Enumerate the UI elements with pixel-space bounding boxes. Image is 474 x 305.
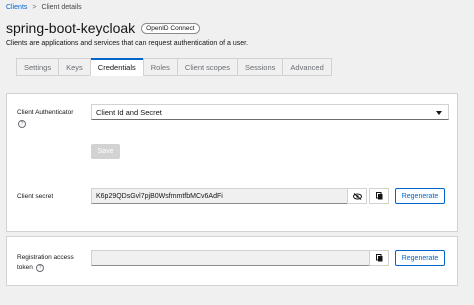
client-authenticator-select[interactable]: Client Id and Secret <box>91 104 449 120</box>
tab-settings[interactable]: Settings <box>16 58 59 76</box>
tab-client-scopes[interactable]: Client scopes <box>176 58 237 76</box>
page-title: spring-boot-keycloak <box>6 20 136 36</box>
breadcrumb-current: Client details <box>41 4 82 11</box>
tab-advanced[interactable]: Advanced <box>282 58 332 76</box>
client-secret-field[interactable]: K6p29QDsGvl7pjB0WsfmmtfbMCv6AdFi <box>91 188 351 204</box>
help-icon[interactable]: ? <box>18 120 26 128</box>
eye-slash-icon <box>352 192 362 200</box>
client-authenticator-label: Client Authenticator <box>17 109 74 116</box>
tab-keys[interactable]: Keys <box>58 58 90 76</box>
tab-sessions[interactable]: Sessions <box>236 58 283 76</box>
save-button[interactable]: Save <box>91 144 120 159</box>
copy-icon <box>375 192 382 200</box>
client-secret-label: Client secret <box>17 193 54 200</box>
registration-token-field[interactable] <box>91 250 371 266</box>
registration-token-label-line1: Registration access <box>17 254 74 261</box>
copy-token-button[interactable] <box>369 250 389 266</box>
breadcrumb: Clients > Client details <box>6 4 82 11</box>
breadcrumb-separator-icon: > <box>32 4 37 11</box>
tab-bar: Settings Keys Credentials Roles Client s… <box>16 58 332 76</box>
breadcrumb-clients-link[interactable]: Clients <box>6 4 27 11</box>
copy-secret-button[interactable] <box>369 188 389 204</box>
regenerate-secret-button[interactable]: Regenerate <box>395 188 445 204</box>
registration-token-label-line2: token <box>17 264 33 271</box>
registration-token-panel: Registration access token ? Regenerate <box>6 236 458 286</box>
tab-credentials[interactable]: Credentials <box>89 58 143 76</box>
regenerate-token-button[interactable]: Regenerate <box>395 250 445 266</box>
credentials-panel: Client Authenticator ? Client Id and Sec… <box>6 93 458 232</box>
tab-roles[interactable]: Roles <box>142 58 177 76</box>
help-icon[interactable]: ? <box>36 264 44 272</box>
copy-icon <box>375 254 382 262</box>
page-subtitle: Clients are applications and services th… <box>6 40 249 47</box>
caret-down-icon <box>436 111 442 115</box>
toggle-visibility-button[interactable] <box>347 188 367 204</box>
client-authenticator-value: Client Id and Secret <box>96 108 162 117</box>
protocol-badge: OpenID Connect <box>141 22 200 34</box>
title-row: spring-boot-keycloak OpenID Connect <box>6 20 200 36</box>
